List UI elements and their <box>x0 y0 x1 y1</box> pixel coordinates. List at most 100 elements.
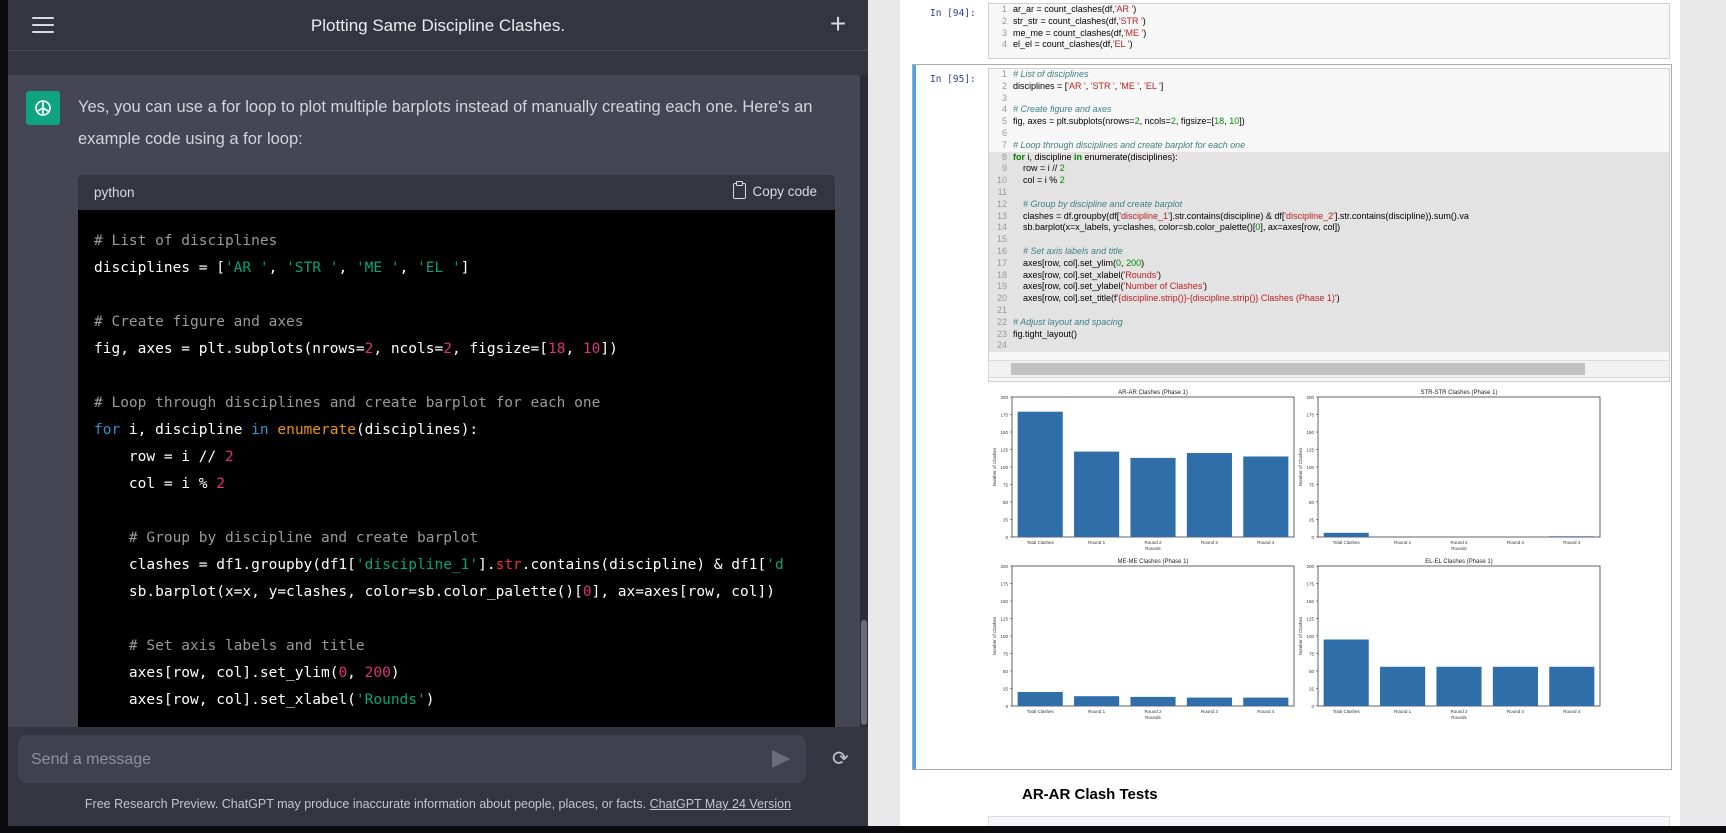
x-axis-label: Rounds <box>1145 546 1161 551</box>
copy-code-label: Copy code <box>752 183 817 199</box>
y-tick-label: 0 <box>1005 704 1008 709</box>
x-tick-label: Total Clashes <box>1027 540 1055 545</box>
subplot-title: STR-STR Clashes (Phase 1) <box>1420 390 1497 396</box>
subplot-title: EL-EL Clashes (Phase 1) <box>1425 559 1492 565</box>
regenerate-icon[interactable]: ⟳ <box>832 748 854 770</box>
subplot-title: AR-AR Clashes (Phase 1) <box>1118 390 1188 396</box>
chat-scrollbar[interactable] <box>860 75 868 727</box>
x-tick-label: Round 2 <box>1144 540 1162 545</box>
y-axis-label: Number of Clashes <box>992 447 997 486</box>
chat-scrollbar-thumb[interactable] <box>861 620 867 725</box>
y-tick-label: 200 <box>1000 564 1008 569</box>
openai-logo-icon <box>26 91 60 125</box>
copy-code-button[interactable]: Copy code <box>733 181 817 199</box>
notebook-panel: In [94]: 1 ar_ar = count_clashes(df,'AR '… <box>868 0 1726 826</box>
x-tick-label: Round 4 <box>1257 709 1275 714</box>
x-tick-label: Round 1 <box>1394 709 1412 714</box>
x-tick-label: Round 2 <box>1450 709 1468 714</box>
cell-94-code[interactable]: 1 ar_ar = count_clashes(df,'AR ') 2 str_st… <box>988 3 1670 59</box>
bar <box>1074 696 1120 706</box>
x-tick-label: Round 1 <box>1088 709 1106 714</box>
y-tick-label: 25 <box>1003 686 1009 691</box>
y-tick-label: 200 <box>1306 395 1314 400</box>
assistant-message: Yes, you can use a for loop to plot mult… <box>8 75 860 727</box>
subplot-1: AR-AR Clashes (Phase 1) 0 25 50 75 100 125 150 1… <box>992 390 1295 551</box>
code-content: # List of disciplines disciplines = ['AR… <box>94 233 784 708</box>
x-axis-label: Rounds <box>1451 715 1467 720</box>
bar <box>1243 456 1289 537</box>
x-tick-label: Round 1 <box>1394 540 1412 545</box>
clipboard-icon <box>733 181 747 199</box>
y-axis-label: Number of Clashes <box>992 616 997 655</box>
y-tick-label: 75 <box>1003 651 1009 656</box>
active-cell-indicator <box>912 64 916 770</box>
cell-95-code[interactable]: 1 # List of disciplines 2 disciplines = ['… <box>988 68 1670 382</box>
subplot-2: STR-STR Clashes (Phase 1) 0 25 50 75 100 125 15… <box>1298 390 1601 551</box>
x-tick-label: Total Clashes <box>1027 709 1055 714</box>
output-figure: AR-AR Clashes (Phase 1) 0 25 50 75 100 125 150 1… <box>992 390 1601 720</box>
bar <box>1436 666 1482 706</box>
bar <box>1323 639 1369 706</box>
footer-disclaimer: Free Research Preview. ChatGPT may produ… <box>8 797 868 811</box>
y-tick-label: 175 <box>1000 581 1008 586</box>
x-axis-label: Rounds <box>1451 546 1467 551</box>
y-tick-label: 125 <box>1306 447 1314 452</box>
x-tick-label: Total Clashes <box>1333 709 1361 714</box>
bar <box>1549 536 1595 537</box>
x-tick-label: Total Clashes <box>1333 540 1361 545</box>
subplot-4: EL-EL Clashes (Phase 1) 0 25 50 75 100 125 150 1… <box>1298 559 1601 720</box>
y-tick-label: 75 <box>1309 651 1315 656</box>
y-tick-label: 100 <box>1306 634 1314 639</box>
cell-94-prompt: In [94]: <box>930 8 976 19</box>
notebook-page: In [94]: 1 ar_ar = count_clashes(df,'AR '… <box>900 0 1680 826</box>
y-tick-label: 100 <box>1000 634 1008 639</box>
axes-frame <box>1317 396 1601 538</box>
y-tick-label: 175 <box>1306 412 1314 417</box>
code-horizontal-scrollbar[interactable] <box>988 360 1670 378</box>
code-scrollbar-thumb[interactable] <box>1011 363 1585 375</box>
bar <box>1492 666 1538 706</box>
new-chat-plus-icon[interactable]: + <box>826 10 850 38</box>
y-tick-label: 75 <box>1309 482 1315 487</box>
code-block-header: python Copy code <box>78 175 835 210</box>
message-text: Yes, you can use a for loop to plot mult… <box>78 98 813 148</box>
message-input[interactable] <box>18 735 753 785</box>
y-tick-label: 50 <box>1309 500 1315 505</box>
bar <box>1380 666 1426 706</box>
y-tick-label: 0 <box>1311 535 1314 540</box>
x-tick-label: Round 4 <box>1563 709 1581 714</box>
next-cell[interactable] <box>988 816 1670 826</box>
version-link[interactable]: ChatGPT May 24 Version <box>650 797 792 811</box>
x-axis-label: Rounds <box>1145 715 1161 720</box>
x-tick-label: Round 4 <box>1257 540 1275 545</box>
subplot-3: ME-ME Clashes (Phase 1) 0 25 50 75 100 125 150 1… <box>992 559 1295 720</box>
cell-95-prompt: In [95]: <box>930 74 976 85</box>
y-tick-label: 200 <box>1306 564 1314 569</box>
section-heading: AR-AR Clash Tests <box>1022 786 1158 803</box>
y-tick-label: 25 <box>1309 517 1315 522</box>
y-tick-label: 125 <box>1306 616 1314 621</box>
bar <box>1017 411 1063 537</box>
y-tick-label: 100 <box>1000 465 1008 470</box>
x-tick-label: Round 3 <box>1507 540 1525 545</box>
x-tick-label: Round 4 <box>1563 540 1581 545</box>
y-tick-label: 175 <box>1000 412 1008 417</box>
x-tick-label: Round 3 <box>1507 709 1525 714</box>
y-tick-label: 175 <box>1306 581 1314 586</box>
y-tick-label: 25 <box>1309 686 1315 691</box>
send-icon[interactable] <box>772 750 790 768</box>
bar <box>1130 696 1176 706</box>
bar <box>1549 666 1595 706</box>
x-tick-label: Round 2 <box>1144 709 1162 714</box>
code-language-label: python <box>94 185 135 200</box>
y-tick-label: 0 <box>1005 535 1008 540</box>
axes-frame <box>1011 565 1295 707</box>
x-tick-label: Round 3 <box>1201 540 1219 545</box>
y-tick-label: 150 <box>1000 430 1008 435</box>
message-input-box <box>18 735 806 785</box>
chat-panel: Plotting Same Discipline Clashes. + Yes,… <box>8 0 868 826</box>
x-tick-label: Round 1 <box>1088 540 1106 545</box>
y-tick-label: 150 <box>1306 430 1314 435</box>
y-axis-label: Number of Clashes <box>1298 616 1303 655</box>
x-tick-label: Round 3 <box>1201 709 1219 714</box>
